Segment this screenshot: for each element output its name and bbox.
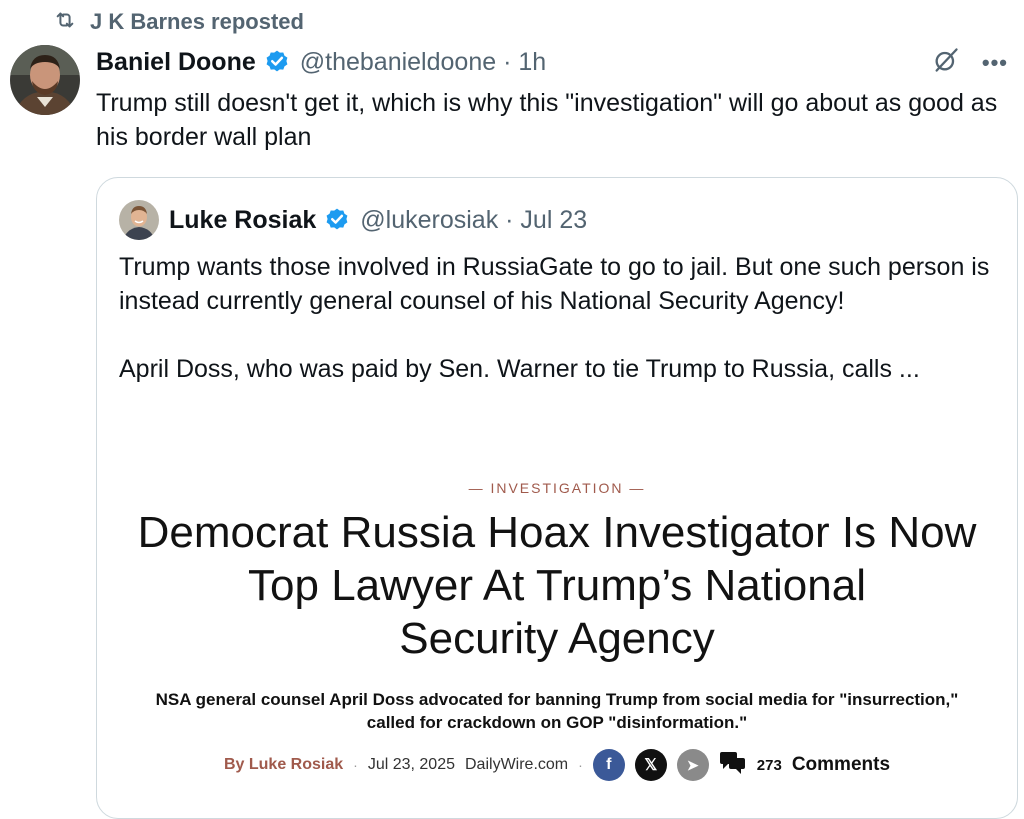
avatar[interactable] [10,45,80,115]
article-subhead: NSA general counsel April Doss advocated… [97,688,1017,734]
quote-author-name[interactable]: Luke Rosiak [169,206,316,235]
article-headline-line: Top Lawyer At Trump’s National [248,561,866,610]
article-subhead-line: NSA general counsel April Doss advocated… [155,690,959,709]
repost-label: J K Barnes reposted [90,9,304,34]
quote-card[interactable]: Luke Rosiak @lukerosiak · Jul 23 Trump w… [96,177,1018,819]
quote-avatar[interactable] [119,200,159,240]
more-icon[interactable]: ••• [982,50,1008,76]
byline-separator: · [578,757,583,773]
article-author[interactable]: By Luke Rosiak [224,756,343,774]
comment-count[interactable]: 273 [757,757,782,774]
comment-icon[interactable] [719,750,747,781]
grok-icon[interactable] [932,46,960,79]
post-text: Trump still doesn't get it, which is why… [96,89,998,151]
repost-icon [52,9,78,36]
article-kicker: — INVESTIGATION — [468,480,646,496]
x-icon[interactable]: 𝕏 [634,749,667,781]
quote-handle-time[interactable]: @lukerosiak · Jul 23 [360,206,587,235]
quote-verified-badge-icon[interactable] [324,207,350,233]
article-byline: By Luke Rosiak · Jul 23, 2025 DailyWire.… [97,748,1017,782]
post-actions: ••• [932,46,1008,79]
article-headline-line: Democrat Russia Hoax Investigator Is Now [137,508,977,557]
comments-label[interactable]: Comments [792,754,890,776]
article-date: Jul 23, 2025 [367,756,455,773]
article-headline-line: Security Agency [399,614,715,663]
byline-separator: · [353,757,358,773]
article-preview[interactable]: — INVESTIGATION — Democrat Russia Hoax I… [97,468,1017,818]
article-subhead-line: called for crackdown on GOP "disinformat… [366,713,748,732]
article-site: DailyWire.com [465,756,569,773]
verified-badge-icon[interactable] [264,49,290,75]
quote-header: Luke Rosiak @lukerosiak · Jul 23 [119,200,587,240]
facebook-icon[interactable]: f [592,749,625,781]
author-name[interactable]: Baniel Doone [96,48,256,77]
quote-text: Trump wants those involved in RussiaGate… [119,253,990,383]
post-header: Baniel Doone @thebanieldoone · 1h [96,44,546,80]
author-handle-time[interactable]: @thebanieldoone · 1h [300,48,546,77]
repost-indicator[interactable]: J K Barnes reposted [52,6,304,38]
telegram-icon[interactable]: ➤ [676,749,709,781]
